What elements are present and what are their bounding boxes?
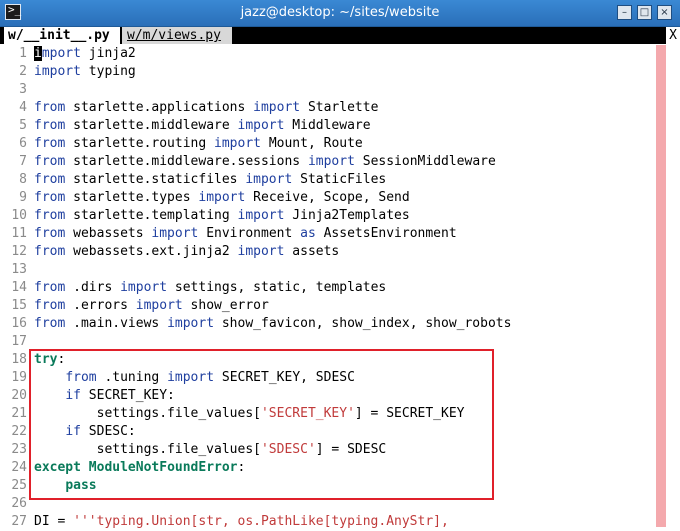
line-number: 18 (11, 352, 27, 367)
line-number: 16 (11, 316, 27, 331)
code-line[interactable]: 11 from webassets import Environment as A… (0, 225, 650, 243)
line-number: 26 (11, 496, 27, 511)
line-number: 6 (19, 136, 27, 151)
line-number: 22 (11, 424, 27, 439)
line-number: 19 (11, 370, 27, 385)
code-line[interactable]: 15 from .errors import show_error (0, 297, 650, 315)
code-line[interactable]: 9 from starlette.types import Receive, Sc… (0, 189, 650, 207)
line-number: 27 (11, 514, 27, 529)
code-line[interactable]: 2 import typing (0, 63, 650, 81)
code-text: from starlette.middleware.sessions impor… (34, 154, 496, 169)
line-number: 13 (11, 262, 27, 277)
line-number: 10 (11, 208, 27, 223)
window-titlebar[interactable]: >_ jazz@desktop: ~/sites/website – □ × (0, 0, 680, 27)
close-button[interactable]: × (657, 5, 672, 20)
code-line[interactable]: 8 from starlette.staticfiles import Stati… (0, 171, 650, 189)
code-line[interactable]: 14 from .dirs import settings, static, te… (0, 279, 650, 297)
maximize-button[interactable]: □ (637, 5, 652, 20)
code-text: from starlette.types import Receive, Sco… (34, 190, 410, 205)
code-line[interactable]: 12 from webassets.ext.jinja2 import asset… (0, 243, 650, 261)
code-line[interactable]: 4 from starlette.applications import Star… (0, 99, 650, 117)
line-number: 21 (11, 406, 27, 421)
code-line[interactable]: 27 DI = '''typing.Union[str, os.PathLike[… (0, 513, 650, 531)
line-number: 7 (19, 154, 27, 169)
tab-init-py[interactable]: w/__init__.py (4, 27, 120, 44)
line-number: 9 (19, 190, 27, 205)
line-number: 1 (19, 46, 27, 61)
code-text: from starlette.middleware import Middlew… (34, 118, 371, 133)
line-number: 11 (11, 226, 27, 241)
code-text: from starlette.applications import Starl… (34, 100, 379, 115)
line-number: 15 (11, 298, 27, 313)
code-text: from webassets import Environment as Ass… (34, 226, 457, 241)
line-number: 17 (11, 334, 27, 349)
code-line[interactable]: 5 from starlette.middleware import Middle… (0, 117, 650, 135)
code-line[interactable]: 3 (0, 81, 650, 99)
code-text: from .main.views import show_favicon, sh… (34, 316, 512, 331)
line-number: 5 (19, 118, 27, 133)
highlight-box (29, 349, 494, 500)
line-number: 25 (11, 478, 27, 493)
line-number: 20 (11, 388, 27, 403)
code-text: from .errors import show_error (34, 298, 269, 313)
code-text: from starlette.templating import Jinja2T… (34, 208, 410, 223)
code-line[interactable]: 1 import jinja2 (0, 45, 650, 63)
code-text: DI = '''typing.Union[str, os.PathLike[ty… (34, 514, 449, 529)
code-text: from webassets.ext.jinja2 import assets (34, 244, 340, 259)
code-text: from starlette.staticfiles import Static… (34, 172, 387, 187)
code-line[interactable]: 6 from starlette.routing import Mount, Ro… (0, 135, 650, 153)
line-number: 24 (11, 460, 27, 475)
line-number: 4 (19, 100, 27, 115)
window-title: jazz@desktop: ~/sites/website (240, 5, 440, 20)
line-number: 14 (11, 280, 27, 295)
code-line[interactable]: 16 from .main.views import show_favicon, … (0, 315, 650, 333)
minimize-button[interactable]: – (617, 5, 632, 20)
code-text: import jinja2 (34, 46, 136, 61)
line-number: 23 (11, 442, 27, 457)
code-line[interactable]: 7 from starlette.middleware.sessions impo… (0, 153, 650, 171)
code-line[interactable]: 10 from starlette.templating import Jinja… (0, 207, 650, 225)
line-number: 12 (11, 244, 27, 259)
tab-line: w/__init__.py w/m/views.py X (0, 27, 680, 44)
tab-views-py[interactable]: w/m/views.py (122, 27, 232, 44)
line-number: 8 (19, 172, 27, 187)
line-number: 3 (19, 82, 27, 97)
code-line[interactable]: 13 (0, 261, 650, 279)
code-text: from .dirs import settings, static, temp… (34, 280, 387, 295)
line-number: 2 (19, 64, 27, 79)
close-tab-button[interactable]: X (666, 27, 680, 44)
code-text: import typing (34, 64, 136, 79)
code-text: from starlette.routing import Mount, Rou… (34, 136, 363, 151)
